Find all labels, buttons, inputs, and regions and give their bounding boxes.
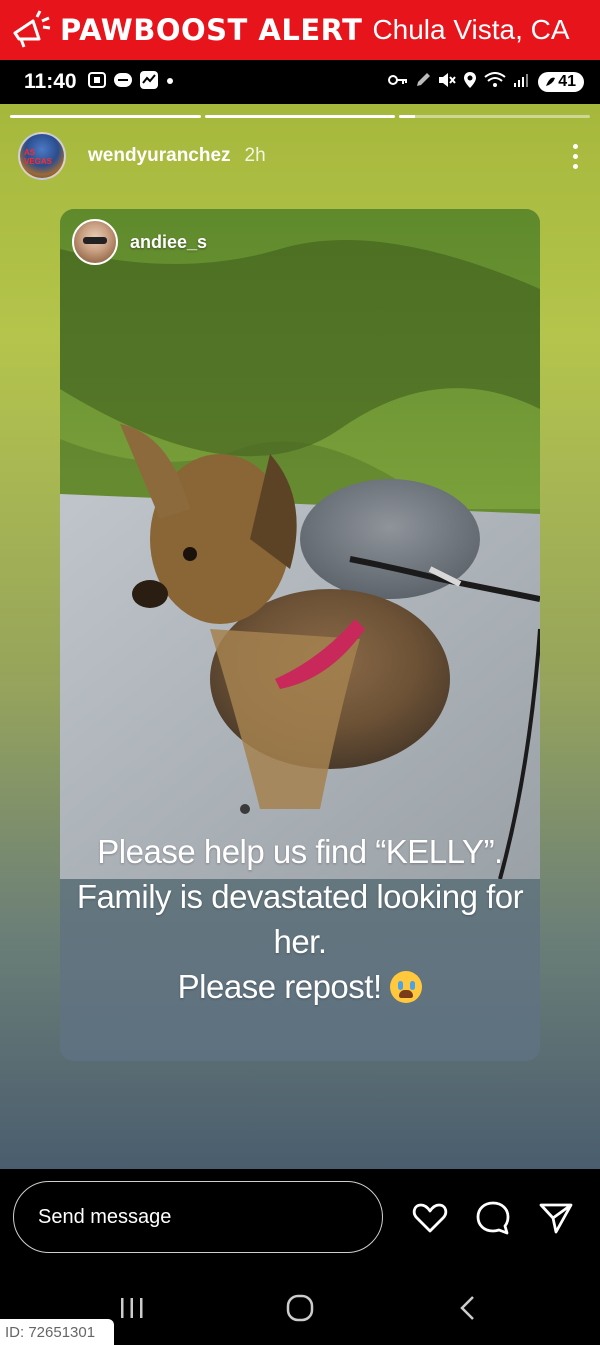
story-view[interactable]: AS VEGAS wendyuranchez 2h andiee_s Pleas…: [0, 104, 600, 1169]
pawboost-alert-bar: PAWBOOST ALERT Chula Vista, CA: [0, 0, 600, 60]
home-icon[interactable]: [280, 1290, 320, 1326]
app-notification-icon: [113, 71, 133, 94]
signal-icon: [513, 72, 531, 93]
screenshot-icon: [87, 71, 107, 94]
story-time-ago: 2h: [244, 145, 266, 166]
alert-location: Chula Vista, CA: [372, 14, 570, 45]
user-avatar[interactable]: AS VEGAS: [18, 132, 66, 180]
repost-avatar[interactable]: [72, 219, 118, 265]
pen-icon: [415, 72, 431, 93]
send-message-placeholder: Send message: [38, 1205, 172, 1228]
recent-apps-icon[interactable]: [112, 1290, 152, 1326]
caption-line: Family is devastated looking for: [76, 878, 524, 915]
battery-indicator: 41: [538, 72, 584, 92]
crying-face-emoji-icon: [390, 971, 423, 1003]
battery-level: 41: [558, 73, 576, 90]
wifi-icon: [484, 71, 506, 93]
dog-photo: [60, 209, 540, 879]
back-icon[interactable]: [448, 1290, 488, 1326]
story-progress-segment: [10, 115, 201, 118]
story-progress-segment: [204, 115, 396, 118]
status-bar: 11:40 41: [0, 60, 600, 104]
activity-app-icon: [139, 70, 159, 95]
image-id-tag: ID: 72651301: [0, 1319, 114, 1345]
repost-header: andiee_s: [72, 219, 207, 265]
story-reply-bar: Send message: [0, 1169, 600, 1270]
share-send-icon[interactable]: [537, 1199, 575, 1237]
mute-icon: [438, 72, 456, 93]
caption-line-with-emoji: Please repost!: [60, 964, 540, 1009]
notification-dot-icon: [165, 73, 175, 91]
story-progress: [10, 115, 591, 118]
location-icon: [463, 71, 477, 94]
reposted-post-card[interactable]: andiee_s Please help us find “KELLY”. Fa…: [60, 209, 540, 1061]
story-progress-segment: [399, 115, 591, 118]
status-time: 11:40: [24, 70, 77, 93]
story-header: AS VEGAS wendyuranchez 2h: [18, 131, 580, 181]
story-username[interactable]: wendyuranchez: [88, 145, 231, 167]
megaphone-icon: [8, 8, 52, 52]
caption-line: her.: [273, 923, 327, 960]
repost-username[interactable]: andiee_s: [130, 232, 207, 253]
story-caption: Please help us find “KELLY”. Family is d…: [60, 829, 540, 1009]
alert-title: PAWBOOST ALERT: [60, 13, 363, 47]
caption-line: Please help us find “KELLY”.: [97, 833, 503, 870]
caption-line: Please repost!: [177, 968, 382, 1005]
avatar-image-text: AS VEGAS: [24, 148, 53, 166]
comment-bubble-icon[interactable]: [474, 1199, 512, 1237]
more-options-icon[interactable]: [570, 144, 580, 169]
like-heart-icon[interactable]: [411, 1199, 449, 1237]
send-message-input[interactable]: Send message: [13, 1181, 383, 1253]
vpn-key-icon: [388, 73, 408, 92]
battery-saver-icon: [546, 77, 556, 86]
